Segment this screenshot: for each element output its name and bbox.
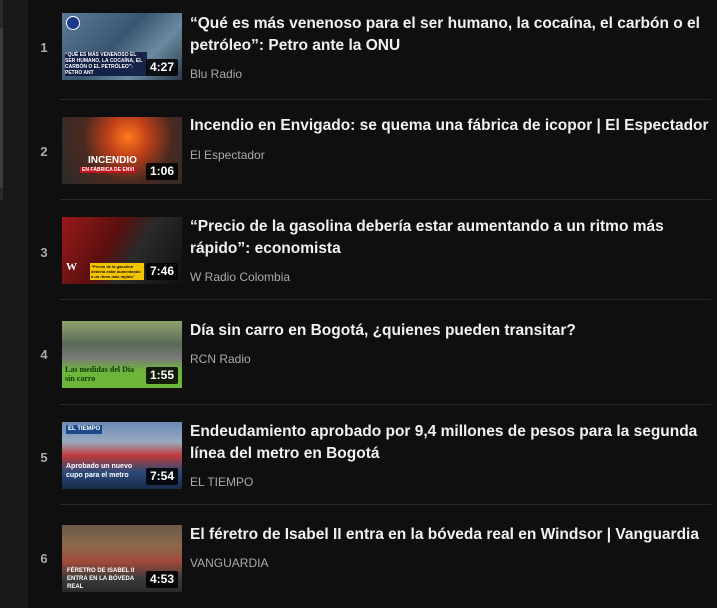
video-row[interactable]: 5 EL TIEMPO Aprobado un nuevo cupo para … [28,405,717,505]
rank-number: 2 [40,144,48,159]
channel-logo-icon [66,16,80,30]
rank-number: 6 [40,551,48,566]
duration-badge: 1:06 [145,163,178,180]
thumbnail-logo: EL TIEMPO [66,425,103,434]
video-title[interactable]: Incendio en Envigado: se quema una fábri… [190,115,710,137]
video-title[interactable]: Día sin carro en Bogotá, ¿quienes pueden… [190,320,710,342]
video-thumbnail[interactable]: INCENDIO EN FÁBRICA DE ENVI 1:06 [62,117,182,184]
rank-number: 5 [40,450,48,465]
channel-name[interactable]: Blu Radio [190,67,242,81]
video-row[interactable]: 6 FÉRETRO DE ISABEL II ENTRA EN LA BÓVED… [28,507,717,608]
row-divider [60,299,711,300]
video-thumbnail[interactable]: “QUÉ ES MÁS VENENOSO EL SER HUMANO, LA C… [62,13,182,80]
duration-badge: 1:55 [145,367,178,384]
video-title[interactable]: Endeudamiento aprobado por 9,4 millones … [190,421,710,465]
thumbnail-logo: W [66,261,77,273]
video-row[interactable]: 4 Las medidas del Día sin carro 1:55 Día… [28,303,717,405]
duration-badge: 4:27 [145,59,178,76]
rank-number: 3 [40,245,48,260]
video-row[interactable]: 3 W “Precio de la gasolina debería estar… [28,200,717,300]
thumbnail-caption: FÉRETRO DE ISABEL II ENTRA EN LA BÓVEDA … [67,568,135,590]
thumbnail-caption: “QUÉ ES MÁS VENENOSO EL SER HUMANO, LA C… [65,52,147,76]
channel-name[interactable]: El Espectador [190,148,265,162]
left-thumbnail-edge [0,28,3,188]
video-row[interactable]: 2 INCENDIO EN FÁBRICA DE ENVI 1:06 Incen… [28,100,717,200]
rank-number: 4 [40,347,48,362]
duration-badge: 7:54 [145,468,178,485]
thumbnail-subcaption: EN FÁBRICA DE ENVI [80,167,137,173]
thumbnail-caption: INCENDIO [88,155,137,166]
duration-badge: 4:53 [145,571,178,588]
video-thumbnail[interactable]: Las medidas del Día sin carro 1:55 [62,321,182,388]
video-thumbnail[interactable]: W “Precio de la gasolina debería estar a… [62,217,182,284]
duration-badge: 7:46 [145,263,178,280]
video-thumbnail[interactable]: EL TIEMPO Aprobado un nuevo cupo para el… [62,422,182,489]
channel-name[interactable]: W Radio Colombia [190,270,290,284]
row-divider [60,504,711,505]
trending-page: 1 “QUÉ ES MÁS VENENOSO EL SER HUMANO, LA… [0,0,717,608]
rank-number: 1 [40,40,48,55]
thumbnail-caption: Aprobado un nuevo cupo para el metro [66,463,133,479]
video-thumbnail[interactable]: FÉRETRO DE ISABEL II ENTRA EN LA BÓVEDA … [62,525,182,592]
left-panel-edge [0,0,28,608]
video-title[interactable]: “Qué es más venenoso para el ser humano,… [190,13,710,57]
channel-name[interactable]: EL TIEMPO [190,475,253,489]
thumbnail-caption: Las medidas del Día sin carro [65,365,135,383]
video-title[interactable]: El féretro de Isabel II entra en la bóve… [190,524,710,546]
thumbnail-caption: “Precio de la gasolina debería estar aum… [90,263,144,280]
channel-name[interactable]: VANGUARDIA [190,556,268,570]
video-list: 1 “QUÉ ES MÁS VENENOSO EL SER HUMANO, LA… [28,0,717,608]
channel-name[interactable]: RCN Radio [190,352,251,366]
video-row[interactable]: 1 “QUÉ ES MÁS VENENOSO EL SER HUMANO, LA… [28,0,717,100]
video-title[interactable]: “Precio de la gasolina debería estar aum… [190,216,710,260]
